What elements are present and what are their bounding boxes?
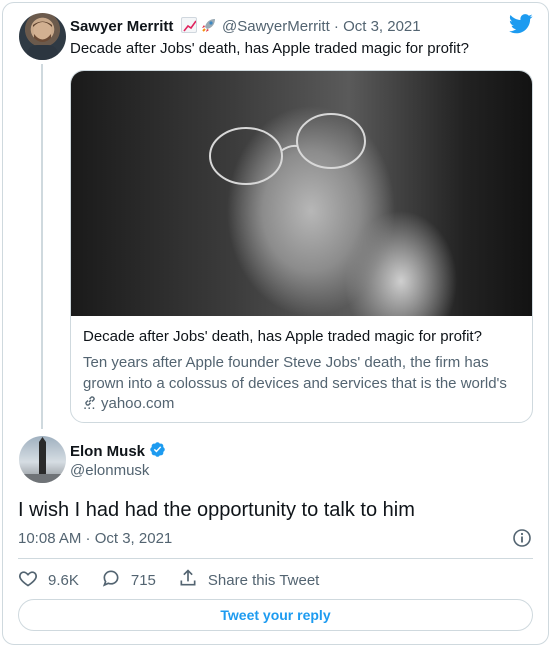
tweet-timestamp[interactable]: 10:08 AM · Oct 3, 2021 bbox=[18, 530, 172, 547]
share-button[interactable]: Share this Tweet bbox=[178, 568, 319, 592]
portrait-glasses-shape bbox=[209, 113, 366, 185]
link-icon bbox=[83, 394, 97, 412]
link-card-title: Decade after Jobs' death, has Apple trad… bbox=[83, 328, 482, 345]
link-card-domain[interactable]: yahoo.com bbox=[83, 394, 174, 412]
twitter-bird-icon[interactable] bbox=[508, 14, 533, 39]
link-domain-text: yahoo.com bbox=[101, 394, 175, 412]
tweet-actions: 9.6K 715 Share this Tweet bbox=[18, 568, 341, 592]
rocket-icon bbox=[200, 17, 217, 38]
share-label: Share this Tweet bbox=[207, 571, 320, 589]
person-avatar-icon bbox=[27, 21, 58, 60]
quoted-handle-and-date[interactable]: @SawyerMerritt · Oct 3, 2021 bbox=[222, 18, 421, 35]
rocket-avatar-icon bbox=[19, 437, 66, 483]
tweet-your-reply-button[interactable]: Tweet your reply bbox=[18, 599, 533, 631]
divider bbox=[18, 558, 533, 559]
info-icon[interactable] bbox=[512, 528, 532, 553]
main-author-name-row[interactable]: Elon Musk bbox=[70, 441, 166, 462]
quoted-tweet-text: Decade after Jobs' death, has Apple trad… bbox=[70, 40, 469, 57]
author-emojis bbox=[181, 17, 217, 38]
chart-increasing-icon bbox=[181, 17, 197, 33]
elon-musk-avatar[interactable] bbox=[19, 436, 66, 483]
reply-count: 715 bbox=[130, 571, 156, 589]
thread-line bbox=[41, 64, 43, 429]
reply-count-button[interactable]: 715 bbox=[101, 568, 156, 592]
sawyer-merritt-avatar[interactable] bbox=[19, 13, 66, 60]
main-author-name: Elon Musk bbox=[70, 443, 146, 460]
quoted-author-name[interactable]: Sawyer Merritt bbox=[70, 18, 173, 35]
like-count: 9.6K bbox=[48, 571, 79, 589]
article-photo[interactable] bbox=[71, 71, 532, 316]
heart-icon bbox=[18, 568, 38, 592]
verified-badge-icon bbox=[149, 441, 166, 462]
comment-bubble-icon bbox=[101, 568, 121, 592]
link-preview-card[interactable]: Decade after Jobs' death, has Apple trad… bbox=[70, 70, 533, 423]
main-tweet-text: I wish I had had the opportunity to talk… bbox=[18, 499, 415, 521]
share-upload-icon bbox=[178, 568, 198, 592]
like-button[interactable]: 9.6K bbox=[18, 568, 79, 592]
main-author-handle[interactable]: @elonmusk bbox=[70, 462, 149, 479]
